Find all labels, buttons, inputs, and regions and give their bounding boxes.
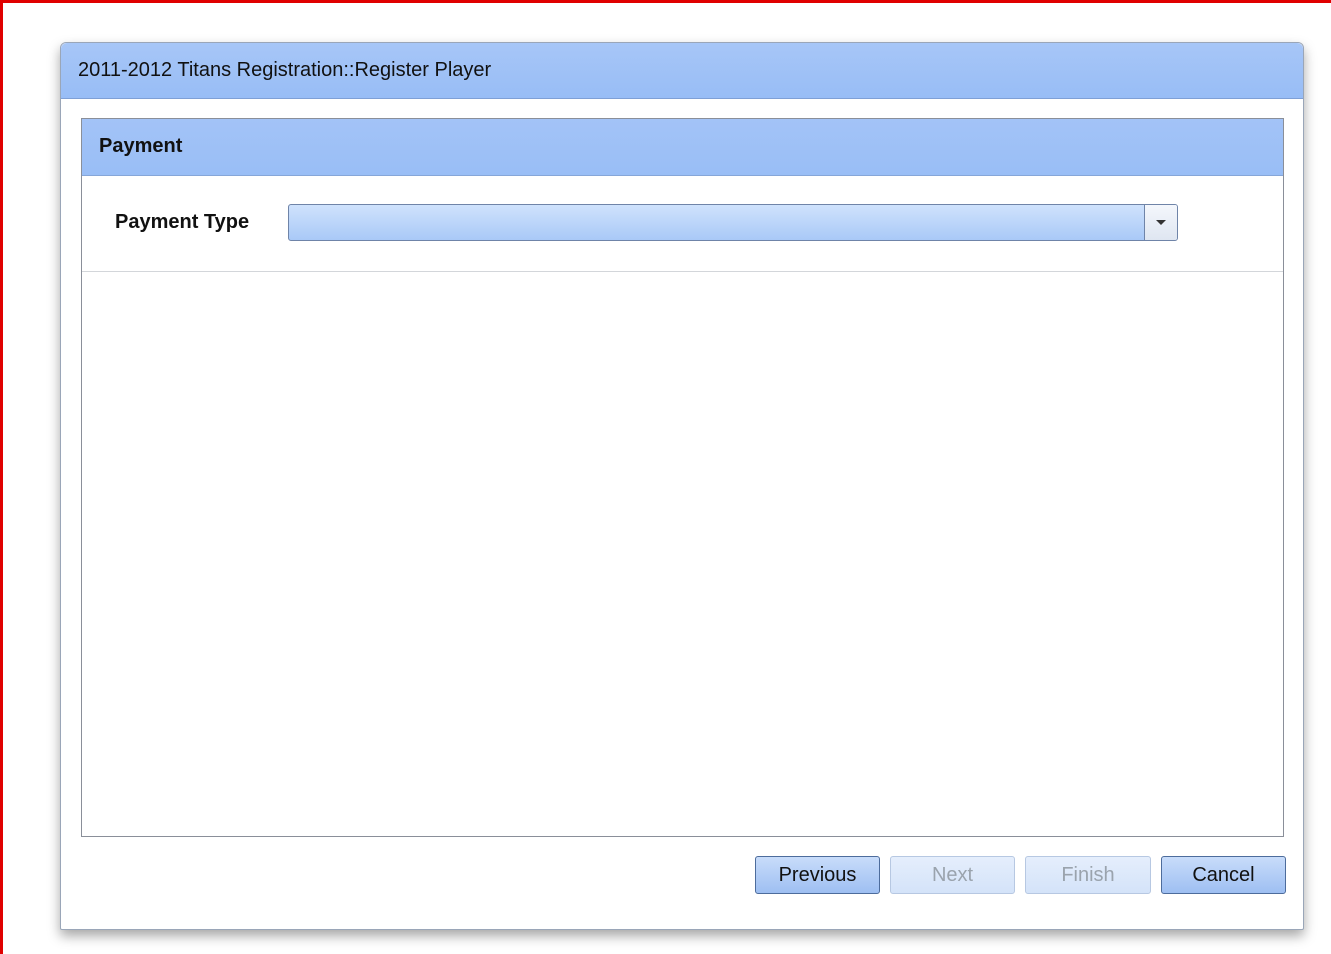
payment-type-row: Payment Type [82,176,1283,272]
panel-title: Payment [99,135,183,157]
registration-dialog: 2011-2012 Titans Registration::Register … [60,42,1304,930]
finish-button[interactable]: Finish [1025,856,1151,894]
panel-header: Payment [82,119,1283,176]
payment-type-select[interactable] [288,204,1178,241]
next-button[interactable]: Next [890,856,1015,894]
payment-type-dropdown-button[interactable] [1144,205,1177,240]
payment-panel: Payment Payment Type [81,118,1284,837]
dialog-title: 2011-2012 Titans Registration::Register … [78,59,492,81]
page-frame: 2011-2012 Titans Registration::Register … [0,0,1331,954]
chevron-down-icon [1156,220,1166,225]
payment-type-label: Payment Type [115,211,250,233]
previous-button[interactable]: Previous [755,856,880,894]
cancel-button[interactable]: Cancel [1161,856,1286,894]
dialog-header: 2011-2012 Titans Registration::Register … [61,43,1303,99]
